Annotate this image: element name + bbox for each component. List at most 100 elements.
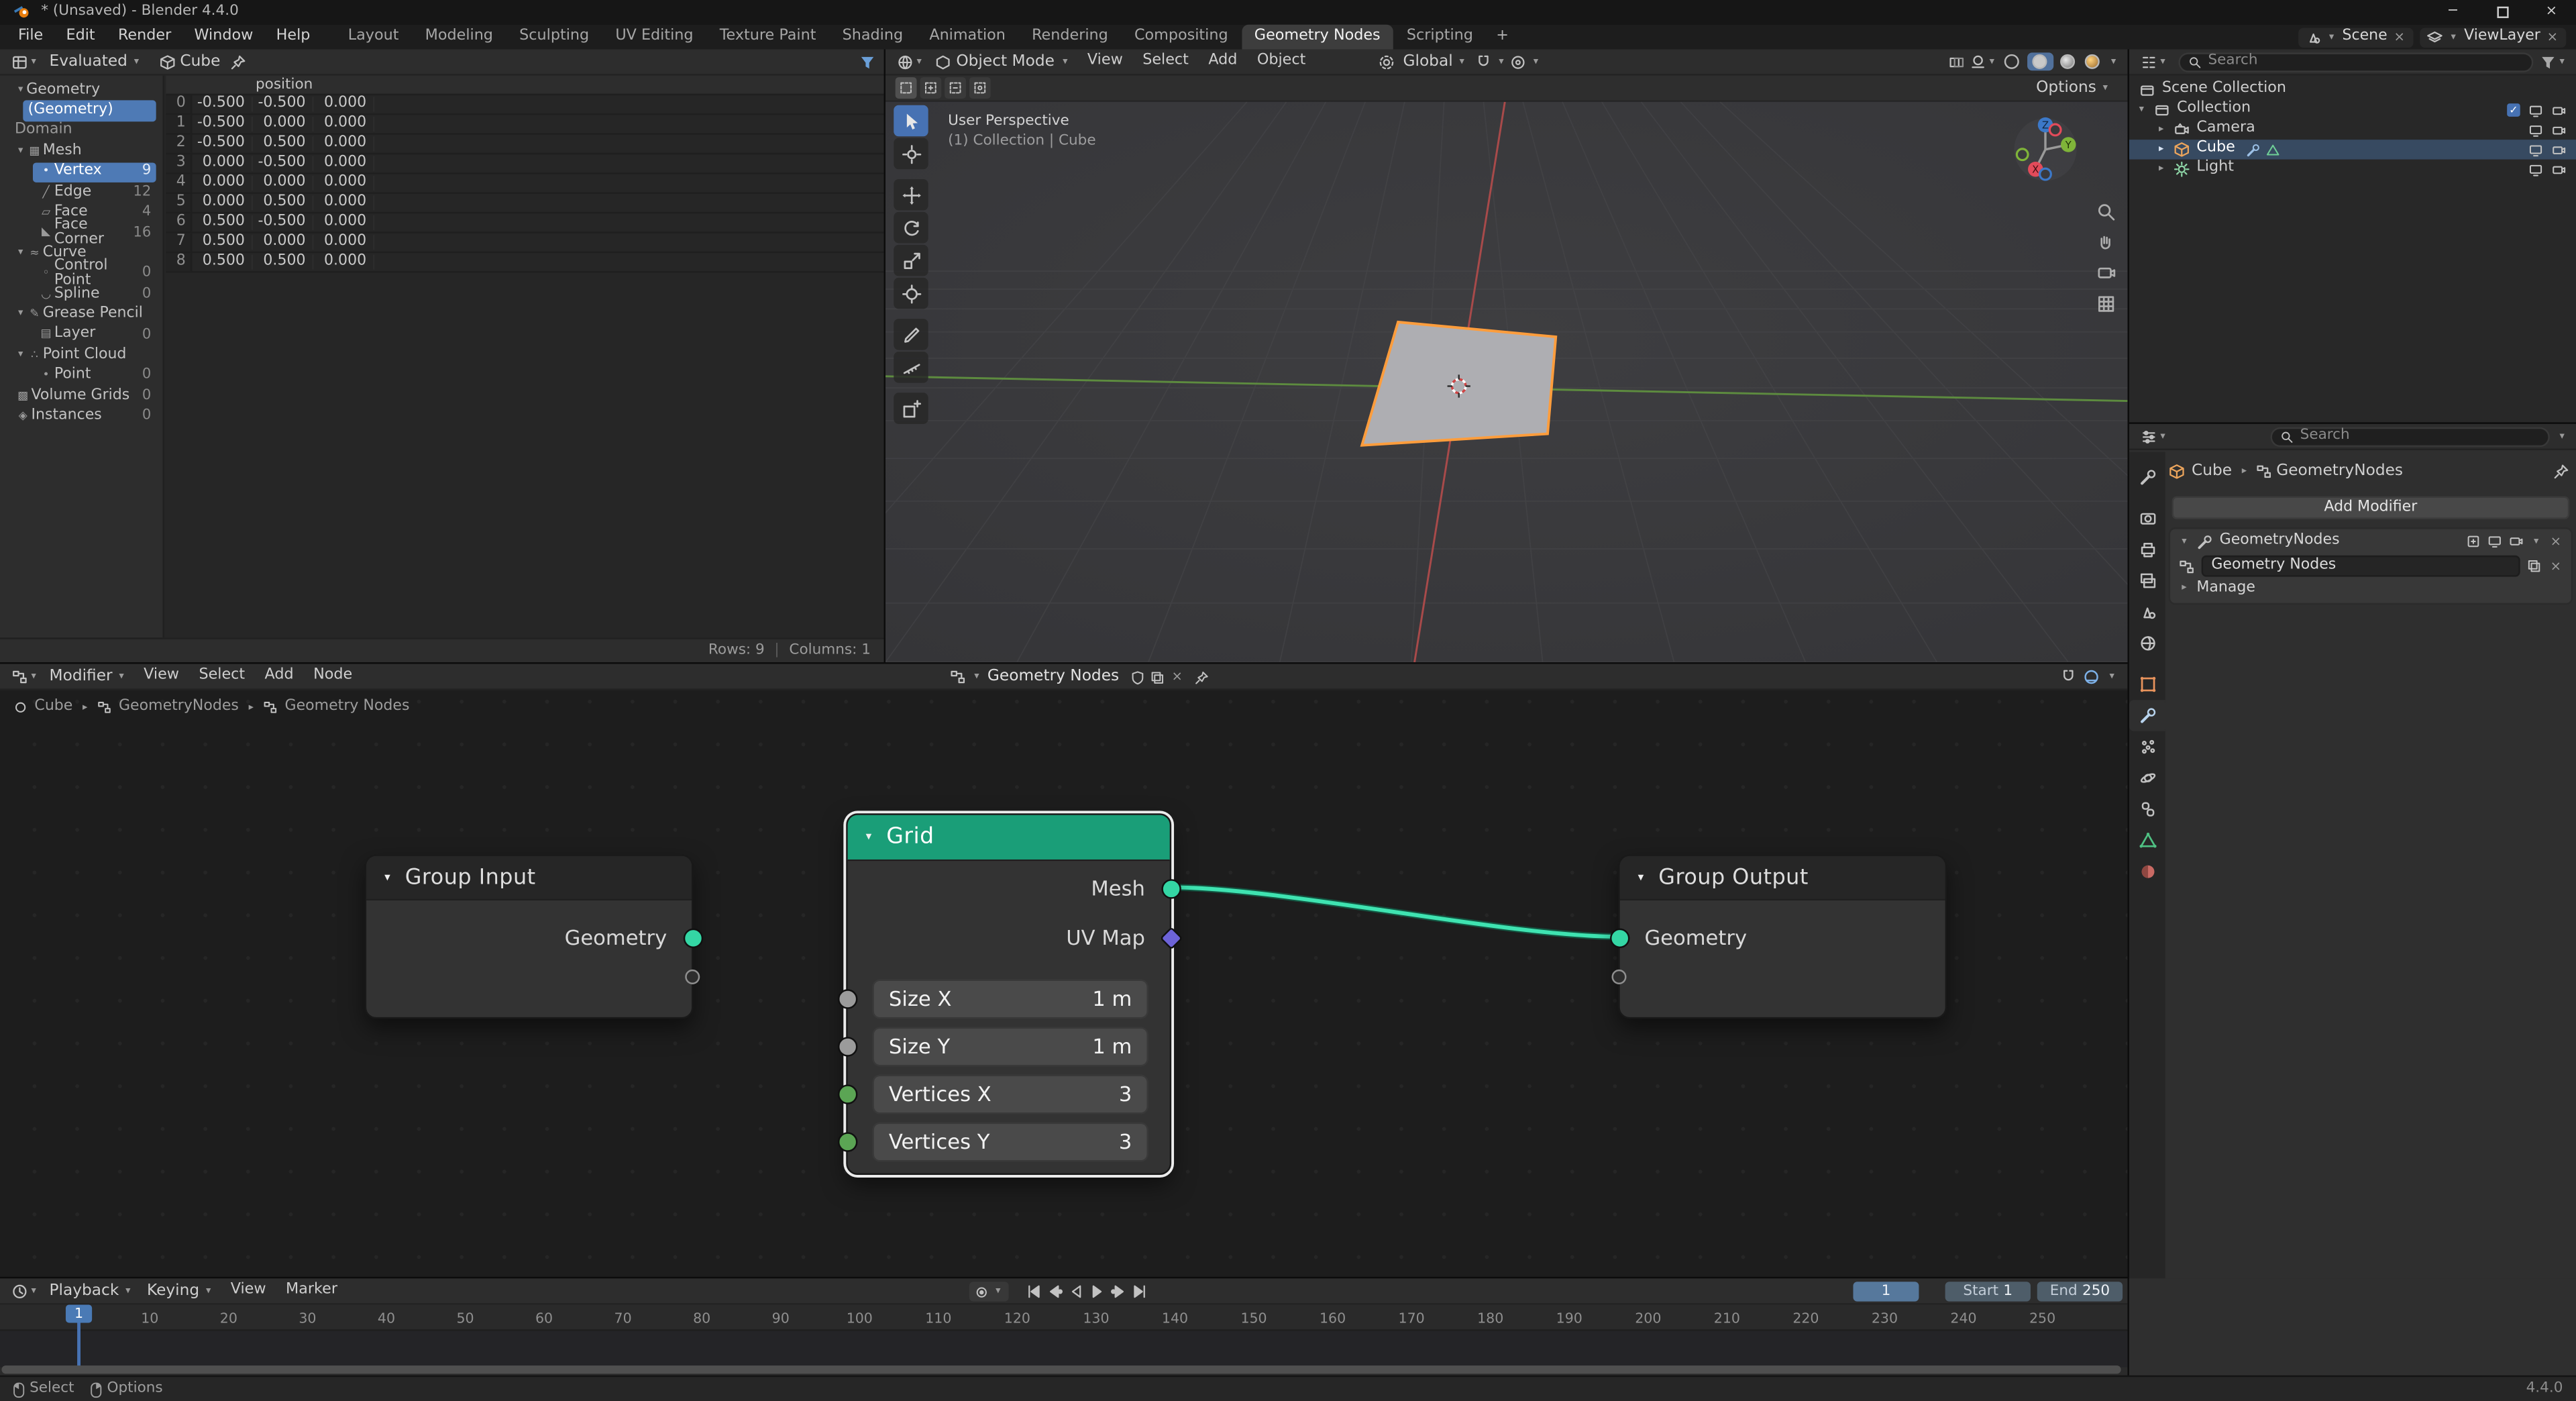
zoom-icon[interactable] [2094, 201, 2117, 223]
node-grid-header[interactable]: ▾ Grid [848, 815, 1170, 862]
pin-icon[interactable] [230, 54, 246, 70]
playback-menu[interactable]: Playback▾ [43, 1283, 140, 1298]
node-group-name[interactable]: Geometry Nodes [987, 669, 1119, 684]
node-context-dropdown[interactable]: Modifier ▾ [43, 668, 134, 684]
tool-select-box[interactable] [894, 105, 928, 137]
table-row[interactable]: 0 -0.500 -0.500 0.000 [166, 95, 883, 115]
tree-instances-item[interactable]: ◈Instances0 [10, 407, 156, 427]
workspace-tab[interactable]: Animation [916, 25, 1019, 50]
socket-vertices-y-input[interactable] [837, 1132, 857, 1151]
field-size-y[interactable]: Size Y 1 m [872, 1027, 1148, 1067]
collection-checkbox[interactable]: ✓ [2507, 103, 2520, 117]
properties-tab-output[interactable] [2129, 534, 2165, 566]
shading-wireframe-icon[interactable] [2005, 54, 2020, 69]
node-group-input[interactable]: ▾ Group Input Geometry [365, 854, 694, 1019]
editor-type-properties-button[interactable]: ▾ [2137, 428, 2171, 444]
tool-cursor[interactable] [894, 138, 928, 170]
workspace-tab[interactable]: Sculpting [506, 25, 602, 50]
filter-funnel-icon[interactable] [859, 54, 875, 70]
hide-render-icon[interactable] [2551, 142, 2566, 157]
hide-viewport-icon[interactable] [2528, 122, 2543, 137]
menu-item[interactable]: Render [107, 25, 183, 50]
hide-viewport-icon[interactable] [2528, 162, 2543, 176]
maximize-button[interactable] [2477, 0, 2526, 25]
tool-rotate[interactable] [894, 212, 928, 244]
node-group-output[interactable]: ▾ Group Output Geometry [1618, 854, 1947, 1019]
pin-icon[interactable] [2553, 464, 2569, 480]
frame-start-field[interactable]: Start 1 [1945, 1282, 2031, 1301]
field-vertices-x[interactable]: Vertices X 3 [872, 1075, 1148, 1114]
tree-geometry-item[interactable]: (Geometry) [23, 101, 156, 121]
editor-type-node-button[interactable]: ▾ [8, 668, 42, 684]
table-row[interactable]: 2 -0.500 0.500 0.000 [166, 135, 883, 154]
unlink-scene-icon[interactable]: × [2392, 30, 2406, 44]
breadcrumb-modifier[interactable]: GeometryNodes [119, 700, 239, 715]
table-row[interactable]: 1 -0.500 0.000 0.000 [166, 115, 883, 134]
socket-size-x-input[interactable] [837, 989, 857, 1008]
snap-magnet-icon[interactable] [1476, 54, 1492, 70]
properties-tab-particles[interactable] [2129, 731, 2165, 763]
unlink-node-group-icon[interactable]: × [2548, 560, 2563, 573]
socket-size-y-input[interactable] [837, 1037, 857, 1056]
realtime-toggle-icon[interactable] [2487, 534, 2502, 549]
modifier-panel-header[interactable]: ▾ GeometryNodes ▾ × [2170, 529, 2571, 554]
menu-item[interactable]: File [7, 25, 55, 50]
node-editor-menu-item[interactable]: View [133, 669, 189, 684]
table-row[interactable]: 3 0.000 -0.500 0.000 [166, 154, 883, 174]
viewlayer-selector[interactable]: ▾ ViewLayer × [2420, 27, 2566, 46]
camera-view-icon[interactable] [2094, 261, 2117, 284]
extras-menu-icon[interactable]: ▾ [2534, 537, 2538, 547]
keying-menu[interactable]: Keying▾ [140, 1283, 221, 1298]
gizmo-z-neg[interactable] [2040, 168, 2051, 180]
properties-search-input[interactable]: Search [2271, 427, 2550, 446]
timeline-view-menu[interactable]: View [221, 1284, 276, 1298]
outliner-collection[interactable]: ▾ Collection ✓ [2129, 100, 2576, 119]
overlays-dropdown[interactable]: ▾ [1970, 54, 1998, 70]
table-row[interactable]: 7 0.500 0.000 0.000 [166, 234, 883, 253]
table-row[interactable]: 4 0.000 0.000 0.000 [166, 174, 883, 194]
tree-face-corner-item[interactable]: ◣Face Corner16 [33, 223, 156, 243]
tree-edge-item[interactable]: ╱Edge12 [33, 183, 156, 203]
collapse-chevron-icon[interactable]: ▾ [1638, 872, 1644, 883]
gizmo-y-neg[interactable] [2017, 149, 2028, 160]
tool-annotate[interactable] [894, 319, 928, 350]
render-toggle-icon[interactable] [2509, 534, 2524, 549]
tree-control-point-item[interactable]: ◦Control Point0 [33, 264, 156, 284]
tool-options-dropdown[interactable]: Options ▾ [2036, 80, 2118, 95]
viewport-menu-item[interactable]: View [1077, 54, 1132, 69]
tool-move[interactable] [894, 179, 928, 211]
play-button[interactable] [1087, 1282, 1106, 1300]
tree-point-item[interactable]: •Point0 [33, 366, 156, 386]
outliner-light[interactable]: ▸ Light [2129, 160, 2576, 179]
pan-hand-icon[interactable] [2094, 231, 2117, 254]
node-editor-menu-item[interactable]: Select [189, 669, 255, 684]
timeline-scrollbar[interactable] [1, 1365, 2121, 1373]
table-row[interactable]: 6 0.500 -0.500 0.000 [166, 213, 883, 233]
menu-item[interactable]: Edit [54, 25, 106, 50]
timeline-marker-menu[interactable]: Marker [276, 1284, 347, 1298]
collapse-chevron-icon[interactable]: ▾ [384, 872, 390, 883]
editor-type-timeline-button[interactable]: ▾ [8, 1282, 42, 1298]
select-mode-invert-icon[interactable] [969, 77, 991, 99]
viewport-menu-item[interactable]: Add [1199, 54, 1248, 69]
proportional-editing-icon[interactable] [1510, 54, 1526, 70]
menu-item[interactable]: Help [264, 25, 321, 50]
next-keyframe-button[interactable] [1109, 1282, 1127, 1300]
duplicate-icon[interactable] [2527, 559, 2542, 574]
collapse-chevron-icon[interactable]: ▾ [866, 831, 872, 843]
editor-type-viewport-button[interactable]: ▾ [894, 54, 928, 70]
hide-viewport-icon[interactable] [2528, 103, 2543, 117]
current-frame-field[interactable]: 1 [1853, 1282, 1919, 1301]
overlays-toggle-icon[interactable] [2083, 669, 2099, 685]
node-editor-menu-item[interactable]: Add [255, 669, 304, 684]
field-size-x[interactable]: Size X 1 m [872, 980, 1148, 1019]
scene-selector[interactable]: ▾ Scene × [2298, 27, 2413, 46]
snap-magnet-icon[interactable] [2060, 669, 2076, 685]
select-mode-extend-icon[interactable] [920, 77, 941, 99]
table-column-header[interactable]: position [166, 76, 883, 95]
new-datablock-icon[interactable] [1150, 670, 1165, 684]
tool-measure[interactable] [894, 352, 928, 383]
workspace-tab[interactable]: Compositing [1121, 25, 1241, 50]
select-mode-new-icon[interactable] [896, 77, 917, 99]
node-group-field[interactable]: Geometry Nodes [2202, 556, 2521, 577]
